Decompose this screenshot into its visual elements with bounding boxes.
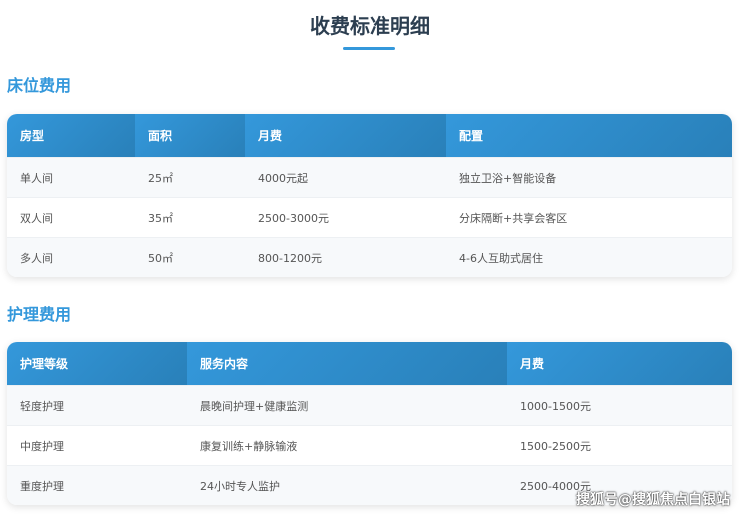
table-cell: 25㎡ (148, 171, 173, 185)
table-cell: 独立卫浴+智能设备 (459, 171, 557, 185)
column-header: 护理等级 (7, 342, 187, 385)
column-header: 服务内容 (187, 342, 507, 385)
table-cell: 4-6人互助式居住 (459, 251, 543, 265)
table-row: 轻度护理 晨晚间护理+健康监测 1000-1500元 (7, 385, 732, 425)
title-underline (343, 47, 395, 50)
care-fee-table: 护理等级 服务内容 月费轻度护理 晨晚间护理+健康监测 1000-1500元中度护理 康复… (7, 342, 732, 505)
table-cell: 35㎡ (148, 211, 173, 225)
table-cell: 24小时专人监护 (200, 479, 280, 493)
table-cell: 轻度护理 (20, 399, 64, 413)
table-cell: 单人间 (20, 171, 53, 185)
table-cell: 多人间 (20, 251, 53, 265)
care-fee-heading: 护理费用 (7, 305, 72, 324)
bed-fee-table: 房型 面积 月费 配置单人间 25㎡ 4000元起 独立卫浴+智能设备双人间 35㎡ 2500-… (7, 114, 732, 277)
table-cell: 重度护理 (20, 479, 64, 493)
table-cell: 4000元起 (258, 171, 308, 185)
page-title: 收费标准明细 (310, 14, 430, 38)
column-header: 月费 (245, 114, 446, 157)
column-header: 房型 (7, 114, 135, 157)
table-row: 中度护理 康复训练+静脉输液 1500-2500元 (7, 425, 732, 465)
table-cell: 50㎡ (148, 251, 173, 265)
table-row: 双人间 35㎡ 2500-3000元 分床隔断+共享会客区 (7, 197, 732, 237)
table-cell: 分床隔断+共享会客区 (459, 211, 568, 225)
watermark: 搜狐号@搜狐焦点白银站 (576, 492, 730, 508)
table-cell: 双人间 (20, 211, 53, 225)
column-header: 配置 (446, 114, 732, 157)
table-cell: 中度护理 (20, 439, 64, 453)
table-cell: 1000-1500元 (520, 399, 591, 413)
table-header: 房型 面积 月费 配置 (7, 114, 732, 157)
bed-fee-heading: 床位费用 (7, 76, 72, 95)
column-header: 月费 (507, 342, 732, 385)
table-cell: 2500-3000元 (258, 211, 329, 225)
table-header: 护理等级 服务内容 月费 (7, 342, 732, 385)
table-cell: 1500-2500元 (520, 439, 591, 453)
table-cell: 晨晚间护理+健康监测 (200, 399, 309, 413)
table-row: 单人间 25㎡ 4000元起 独立卫浴+智能设备 (7, 157, 732, 197)
table-cell: 康复训练+静脉输液 (200, 439, 298, 453)
table-row: 多人间 50㎡ 800-1200元 4-6人互助式居住 (7, 237, 732, 277)
table-cell: 800-1200元 (258, 251, 322, 265)
column-header: 面积 (135, 114, 245, 157)
